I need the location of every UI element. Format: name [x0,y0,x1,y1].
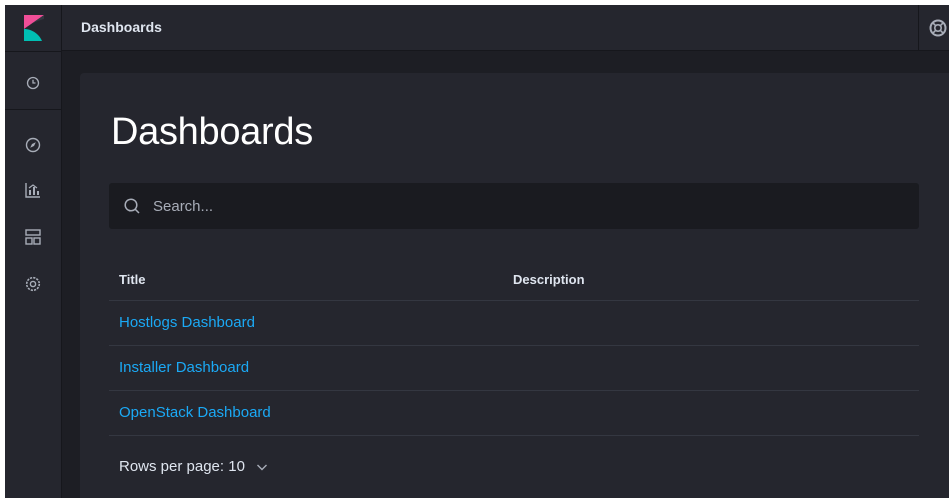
chevron-down-icon [255,460,269,474]
kibana-logo[interactable] [5,5,62,51]
nav-item-visualize[interactable] [19,176,47,204]
nav-divider [5,109,62,110]
visualize-icon [25,183,40,198]
rows-per-page-button[interactable]: Rows per page: 10 [119,458,269,475]
compass-icon [25,137,41,153]
nav-item-recent[interactable] [19,69,47,97]
title-cell: OpenStack Dashboard [109,404,513,422]
nav-item-management[interactable] [19,270,47,298]
dashboards-panel: Dashboards Title Description Hostlogs Da… [80,73,949,498]
title-cell: Installer Dashboard [109,359,513,377]
title-cell: Hostlogs Dashboard [109,314,513,332]
table-header: Title Description [109,259,919,301]
column-header-title[interactable]: Title [109,272,513,287]
column-header-description: Description [513,272,585,287]
table-row: OpenStack Dashboard [109,391,919,436]
top-header: Dashboards [62,5,949,51]
help-button[interactable] [928,18,948,38]
kibana-app: Dashboards Dashboards Title D [5,5,949,498]
table-row: Hostlogs Dashboard [109,301,919,346]
dashboard-link[interactable]: Installer Dashboard [119,359,249,376]
side-nav [5,5,62,498]
gear-icon [25,276,41,292]
nav-item-dashboard[interactable] [19,223,47,251]
rows-per-page-label: Rows per page: 10 [119,458,245,475]
nav-item-discover[interactable] [19,131,47,159]
table-row: Installer Dashboard [109,346,919,391]
clock-icon [26,76,40,90]
search-input[interactable] [153,191,893,221]
help-icon [929,19,947,37]
header-divider [918,5,919,51]
dashboard-link[interactable]: Hostlogs Dashboard [119,314,255,331]
page-title: Dashboards [111,111,313,153]
dashboard-icon [25,229,41,245]
search-bar[interactable] [109,183,919,229]
breadcrumb[interactable]: Dashboards [81,19,162,35]
search-icon [123,197,141,215]
dashboard-link[interactable]: OpenStack Dashboard [119,404,271,421]
kibana-logo-icon [23,15,44,41]
dashboards-table: Title Description Hostlogs Dashboard Ins… [109,259,919,436]
nav-divider [5,51,62,52]
